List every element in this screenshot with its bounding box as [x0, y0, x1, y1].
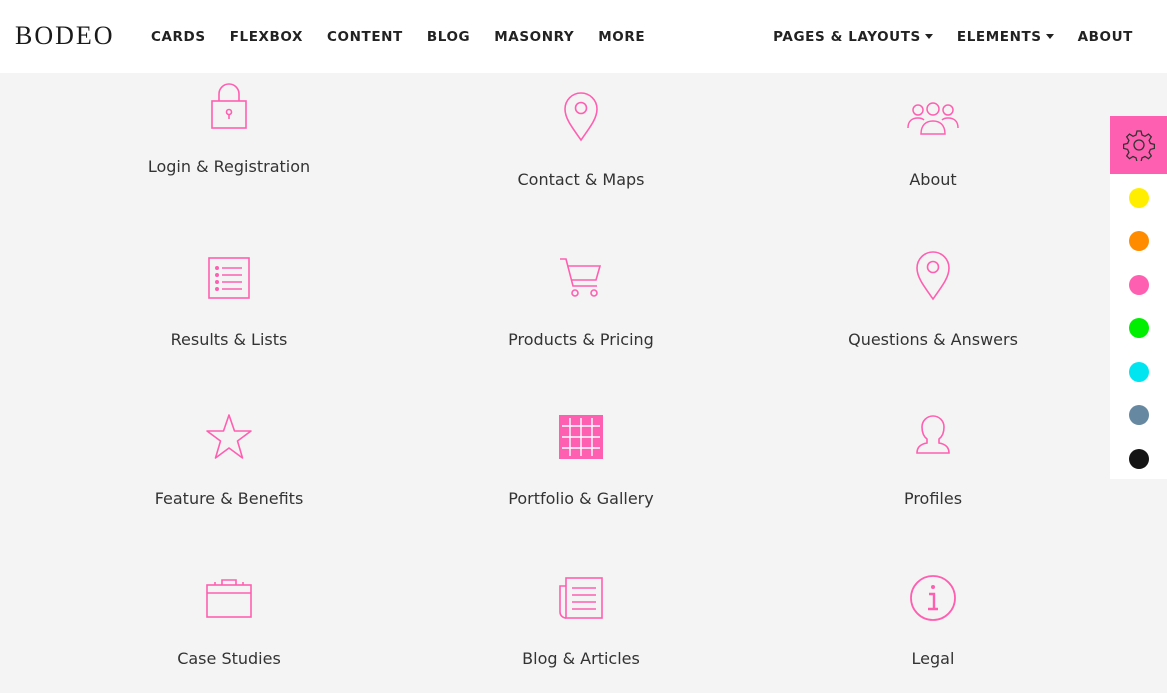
tile-label: Questions & Answers: [848, 330, 1018, 349]
tile-results-lists[interactable]: Results & Lists: [54, 233, 404, 383]
nav-link-more[interactable]: MORE: [598, 29, 645, 45]
nav-link-about[interactable]: ABOUT: [1078, 29, 1133, 45]
tile-label: Feature & Benefits: [154, 489, 304, 508]
nav-right: PAGES & LAYOUTS ELEMENTS ABOUT: [749, 0, 1133, 73]
nav-left: CARDS FLEXBOX CONTENT BLOG MASONRY MORE: [151, 0, 669, 73]
list-icon: [208, 257, 250, 299]
tile-label: Legal: [911, 649, 955, 668]
color-swatch-pink[interactable]: [1129, 275, 1149, 295]
tile-case-studies[interactable]: Case Studies: [54, 553, 404, 693]
tile-label: Products & Pricing: [508, 330, 654, 349]
grid-icon: [559, 415, 603, 459]
map-pin-icon: [564, 92, 598, 142]
tile-portfolio-gallery[interactable]: Portfolio & Gallery: [406, 393, 756, 543]
tile-label: Blog & Articles: [522, 649, 640, 668]
cart-icon: [560, 258, 602, 297]
tile-label: About: [909, 170, 957, 189]
brand-logo[interactable]: BODEO: [15, 21, 115, 51]
nav-link-masonry[interactable]: MASONRY: [494, 29, 574, 45]
info-icon: [910, 575, 956, 621]
tile-blog-articles[interactable]: Blog & Articles: [406, 553, 756, 693]
nav-dropdown-label: PAGES & LAYOUTS: [773, 28, 921, 45]
nav-dropdown-elements[interactable]: ELEMENTS: [957, 29, 1054, 45]
color-swatch-slate[interactable]: [1129, 405, 1149, 425]
tile-login-registration[interactable]: Login & Registration: [54, 73, 404, 223]
user-icon: [916, 415, 950, 454]
nav-link-label: ABOUT: [1077, 28, 1133, 45]
nav-dropdown-label: ELEMENTS: [956, 28, 1042, 45]
color-swatch-cyan[interactable]: [1129, 362, 1149, 382]
tile-label: Case Studies: [177, 649, 281, 668]
star-icon: [206, 414, 252, 459]
tile-contact-maps[interactable]: Contact & Maps: [406, 73, 756, 223]
tile-feature-benefits[interactable]: Feature & Benefits: [54, 393, 404, 543]
tile-label: Portfolio & Gallery: [508, 489, 654, 508]
category-grid: Login & Registration Contact & Maps Abou…: [0, 73, 1110, 693]
color-switcher-toggle[interactable]: [1110, 116, 1167, 174]
nav-dropdown-pages-layouts[interactable]: PAGES & LAYOUTS: [773, 29, 933, 45]
tile-label: Profiles: [903, 489, 963, 508]
users-icon: [907, 102, 959, 135]
map-pin-icon: [916, 251, 950, 301]
gear-icon: [1122, 130, 1155, 161]
tile-questions-answers[interactable]: Questions & Answers: [758, 233, 1108, 383]
briefcase-icon: [206, 579, 252, 618]
navbar: BODEO CARDS FLEXBOX CONTENT BLOG MASONRY…: [0, 0, 1167, 73]
tile-label: Login & Registration: [147, 157, 311, 176]
nav-link-content[interactable]: CONTENT: [327, 29, 403, 45]
tile-about[interactable]: About: [758, 73, 1108, 223]
nav-link-cards[interactable]: CARDS: [151, 29, 206, 45]
color-swatch-green[interactable]: [1129, 318, 1149, 338]
color-switcher: [1110, 116, 1167, 479]
newspaper-icon: [559, 577, 603, 619]
color-swatch-yellow[interactable]: [1129, 188, 1149, 208]
caret-down-icon: [924, 34, 933, 39]
tile-profiles[interactable]: Profiles: [758, 393, 1108, 543]
caret-down-icon: [1045, 34, 1054, 39]
color-swatch-orange[interactable]: [1129, 231, 1149, 251]
tile-label: Results & Lists: [170, 330, 288, 349]
tile-products-pricing[interactable]: Products & Pricing: [406, 233, 756, 383]
nav-link-blog[interactable]: BLOG: [427, 29, 470, 45]
lock-icon: [211, 83, 247, 129]
tile-label: Contact & Maps: [517, 170, 645, 189]
color-swatch-black[interactable]: [1129, 449, 1149, 469]
nav-link-flexbox[interactable]: FLEXBOX: [230, 29, 303, 45]
tile-legal[interactable]: Legal: [758, 553, 1108, 693]
